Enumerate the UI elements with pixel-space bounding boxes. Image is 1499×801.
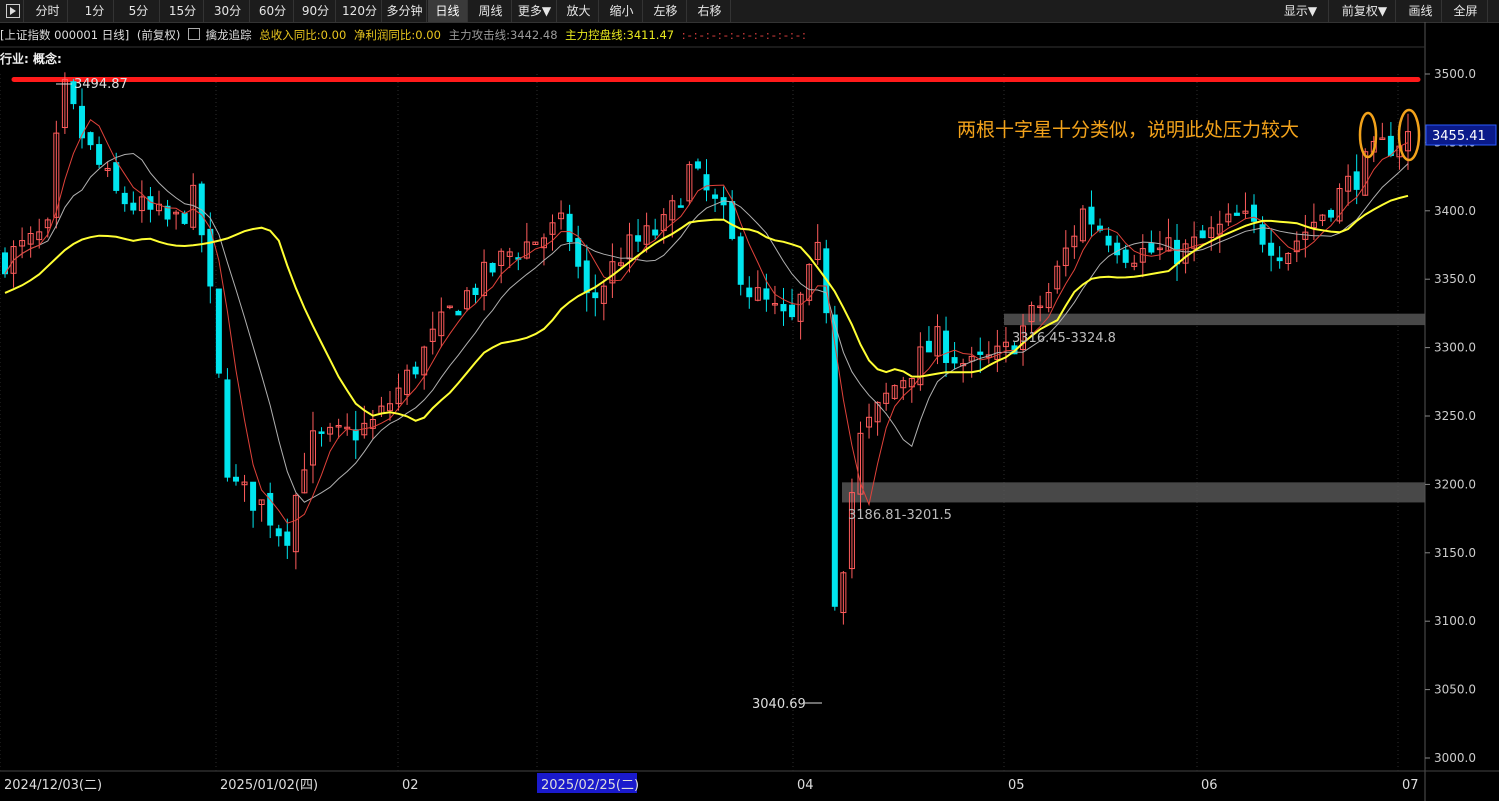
x-tick-label: 07 [1402, 778, 1419, 793]
candle-body [87, 132, 94, 146]
low-price-label: 3040.69 [752, 697, 806, 712]
support-zone-lower [842, 482, 1425, 503]
candle-body [635, 235, 642, 242]
candle-body [96, 144, 103, 165]
candle-body [121, 192, 128, 205]
candle-body [1148, 243, 1155, 253]
y-tick-label: 3050.0 [1434, 683, 1476, 697]
candle-body [318, 431, 325, 434]
candle-body [1251, 204, 1258, 222]
candle-body [1199, 230, 1206, 239]
candle-body [1233, 212, 1240, 216]
high-price-label: 3494.87 [74, 77, 128, 92]
y-tick-label: 3150.0 [1434, 546, 1476, 560]
candle-body [943, 330, 950, 363]
candle-body [250, 481, 257, 511]
candle-body [652, 229, 659, 236]
y-tick-label: 3200.0 [1434, 477, 1476, 491]
candle-body [181, 213, 188, 224]
highlight-circle-2 [1397, 108, 1421, 162]
highlight-circle-1 [1358, 111, 1378, 159]
candle-body [583, 260, 590, 294]
candle-body [1105, 235, 1112, 246]
candle-body [275, 528, 282, 537]
candle-body [352, 429, 359, 441]
candle-body [1268, 242, 1275, 256]
x-tick-label: 06 [1201, 778, 1218, 793]
zone-label-upper: 3316.45-3324.8 [1012, 331, 1116, 346]
candle-body [951, 357, 958, 364]
candle-body [1174, 239, 1181, 265]
candle-body [677, 205, 684, 208]
x-tick-label: 2025/01/02(四) [220, 778, 318, 793]
y-tick-label: 3250.0 [1434, 409, 1476, 423]
candle-body [412, 366, 419, 375]
candle-body [780, 304, 787, 312]
annotation-text: 两根十字星十分类似，说明此处压力较大 [957, 119, 1300, 141]
y-tick-label: 3350.0 [1434, 272, 1476, 286]
candle-body [207, 228, 214, 287]
candle-body [489, 262, 496, 273]
candle-body [789, 304, 796, 318]
candle-body [703, 174, 710, 191]
candle-body [737, 236, 744, 285]
y-tick-label: 3100.0 [1434, 614, 1476, 628]
candle-body [113, 162, 120, 191]
candle-body [1114, 242, 1121, 256]
candle-body [1122, 249, 1129, 263]
candle-body [224, 379, 231, 478]
candle-body [215, 288, 222, 374]
support-zone-upper [1004, 313, 1425, 326]
candle-body [1328, 209, 1335, 218]
candle-body [1353, 171, 1360, 190]
candle-body [925, 340, 932, 353]
candle-body [284, 531, 291, 546]
candle-body [1387, 135, 1394, 157]
candle-body [977, 351, 984, 355]
candle-body [566, 213, 573, 243]
x-tick-label: 02 [402, 778, 419, 793]
candle-body [1276, 257, 1283, 262]
candle-body [592, 292, 599, 299]
candle-body [694, 161, 701, 169]
y-tick-label: 3500.0 [1434, 67, 1476, 81]
candle-body [712, 194, 719, 199]
x-tick-label: 2024/12/03(二) [4, 778, 102, 793]
last-price-label: 3455.41 [1432, 129, 1486, 144]
ma-mid-line [4, 152, 1409, 503]
y-tick-label: 3400.0 [1434, 204, 1476, 218]
candle-body [232, 476, 239, 482]
x-tick-label: 04 [797, 778, 814, 793]
y-tick-label: 3000.0 [1434, 751, 1476, 765]
candle-body [472, 287, 479, 296]
candle-body [729, 201, 736, 239]
ma-long-line [4, 194, 1409, 422]
candle-body [1088, 206, 1095, 225]
zone-label-lower: 3186.81-3201.5 [848, 508, 952, 523]
candle-body [78, 105, 85, 139]
candle-body [455, 310, 462, 316]
x-tick-label: 05 [1008, 778, 1025, 793]
x-tick-label: 2025/02/25(二) [541, 778, 639, 793]
y-tick-label: 3300.0 [1434, 341, 1476, 355]
candle-body [746, 287, 753, 298]
candle-body [763, 288, 770, 300]
candle-body [130, 202, 137, 211]
